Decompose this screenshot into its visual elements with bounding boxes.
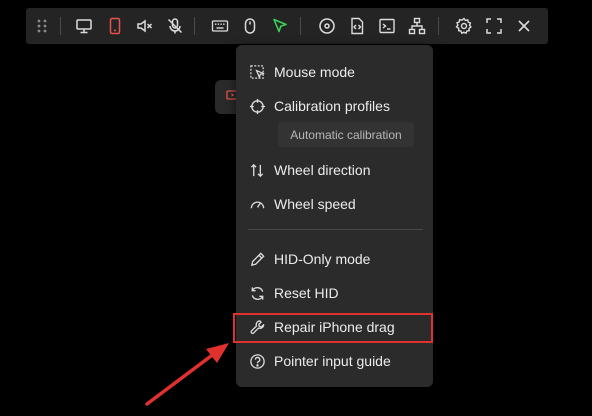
annotation-arrow (145, 343, 229, 406)
